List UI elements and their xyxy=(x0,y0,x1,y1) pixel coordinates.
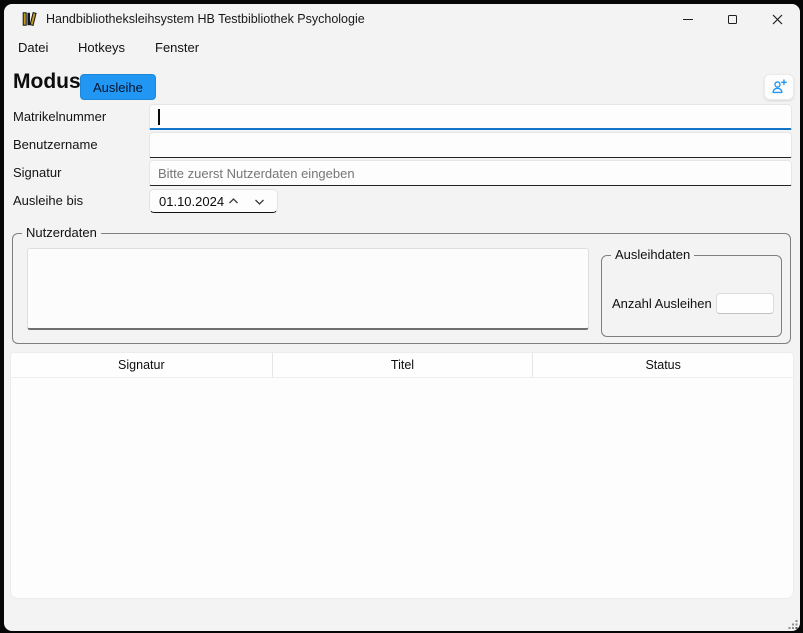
ausleihe-bis-date-spinner[interactable]: 01.10.2024 xyxy=(149,189,278,213)
results-table: Signatur Titel Status xyxy=(10,352,794,599)
table-header-row: Signatur Titel Status xyxy=(11,353,793,378)
text-caret xyxy=(158,109,160,125)
ausleihe-mode-button[interactable]: Ausleihe xyxy=(80,74,156,100)
person-add-icon xyxy=(770,78,788,96)
resize-grip[interactable] xyxy=(786,618,799,631)
app-window: Handbibliotheksleihsystem HB Testbibliot… xyxy=(4,4,800,631)
nutzerdaten-textarea[interactable] xyxy=(27,248,589,330)
title-bar: Handbibliotheksleihsystem HB Testbibliot… xyxy=(4,4,800,34)
ausleihdaten-groupbox: Ausleihdaten Anzahl Ausleihen xyxy=(601,255,782,337)
close-icon xyxy=(772,14,783,25)
matrikelnummer-label: Matrikelnummer xyxy=(13,104,106,130)
add-user-button[interactable] xyxy=(764,74,794,100)
benutzername-input[interactable] xyxy=(149,132,792,158)
benutzername-label: Benutzername xyxy=(13,132,98,158)
close-button[interactable] xyxy=(755,4,800,34)
window-title: Handbibliotheksleihsystem HB Testbibliot… xyxy=(46,12,365,26)
chevron-down-icon[interactable] xyxy=(253,195,266,208)
menu-item-datei[interactable]: Datei xyxy=(18,34,48,62)
minimize-button[interactable] xyxy=(665,4,710,34)
matrikelnummer-input[interactable] xyxy=(149,104,792,130)
anzahl-ausleihen-input[interactable] xyxy=(716,293,774,314)
signatur-label: Signatur xyxy=(13,160,61,186)
ausleihe-bis-label: Ausleihe bis xyxy=(13,188,83,214)
column-header-status[interactable]: Status xyxy=(532,353,793,377)
chevron-up-icon[interactable] xyxy=(227,195,240,208)
column-header-signatur[interactable]: Signatur xyxy=(11,353,272,377)
table-body-empty xyxy=(11,378,793,599)
ausleihdaten-legend: Ausleihdaten xyxy=(611,247,694,263)
maximize-icon xyxy=(728,15,737,24)
window-controls xyxy=(665,4,800,34)
maximize-button[interactable] xyxy=(710,4,755,34)
modus-heading: Modus xyxy=(13,70,81,94)
minimize-icon xyxy=(683,19,693,20)
anzahl-ausleihen-label: Anzahl Ausleihen xyxy=(612,296,712,311)
date-value: 01.10.2024 xyxy=(159,194,224,209)
nutzerdaten-legend: Nutzerdaten xyxy=(22,225,101,241)
nutzerdaten-groupbox: Nutzerdaten Ausleihdaten Anzahl Ausleihe… xyxy=(12,233,791,344)
signatur-input[interactable] xyxy=(149,160,792,186)
menu-bar: Datei Hotkeys Fenster xyxy=(4,34,800,62)
books-icon xyxy=(22,11,38,27)
menu-item-hotkeys[interactable]: Hotkeys xyxy=(78,34,125,62)
column-header-titel[interactable]: Titel xyxy=(272,353,533,377)
menu-item-fenster[interactable]: Fenster xyxy=(155,34,199,62)
